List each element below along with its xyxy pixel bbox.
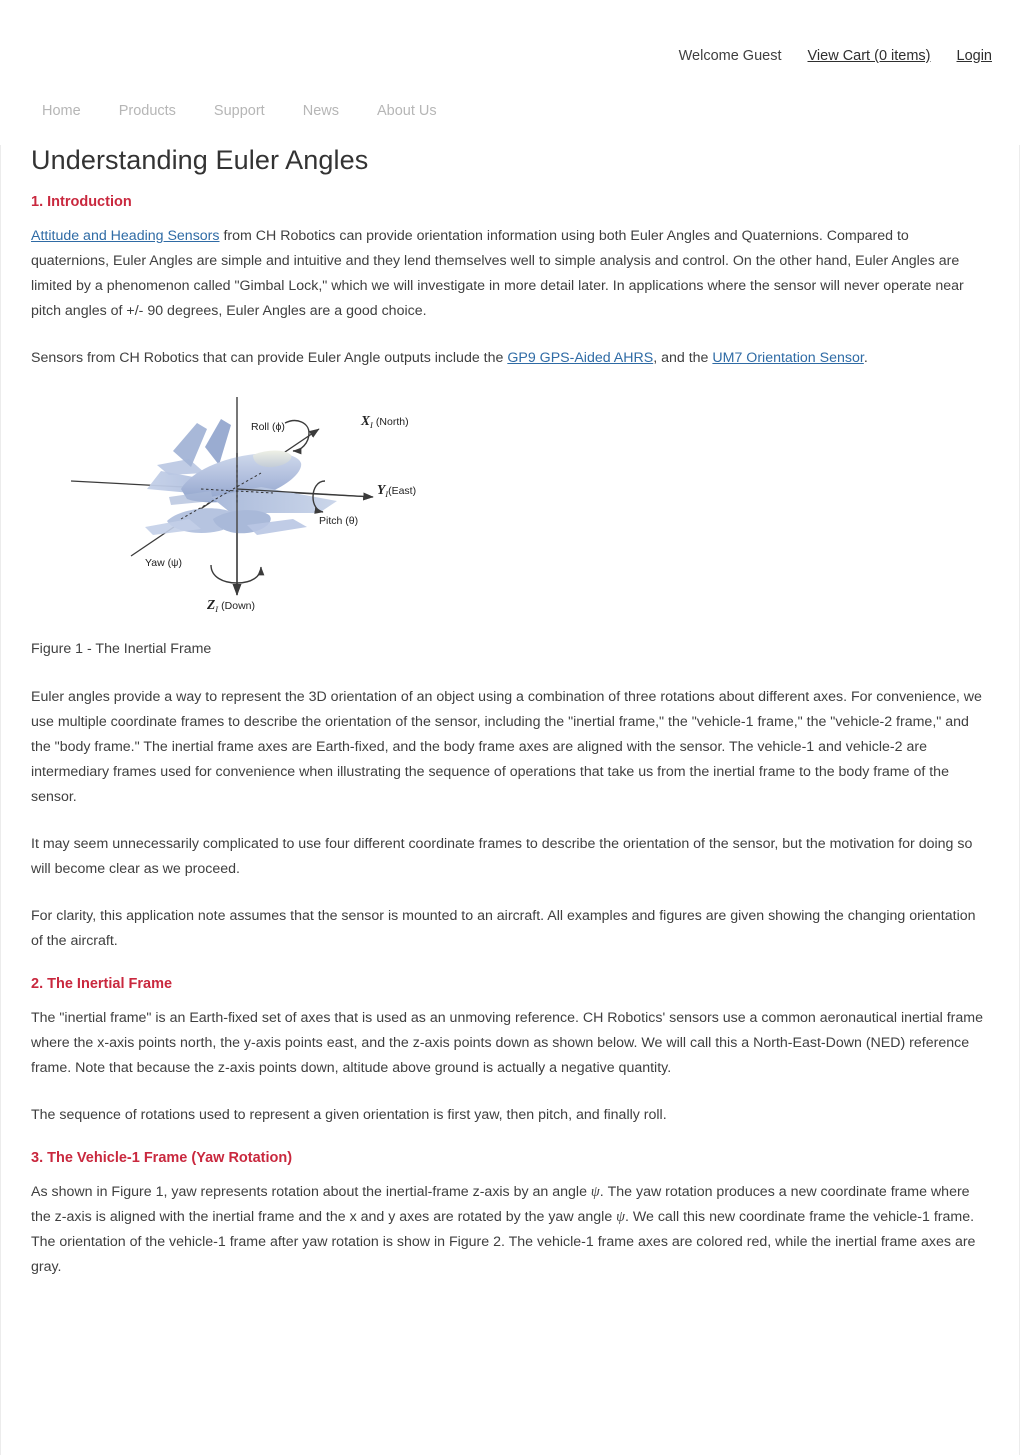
vehicle1-p1-a: As shown in Figure 1, yaw represents rot… (31, 1184, 591, 1200)
x-axis-subscript: I (370, 420, 373, 431)
intro-p2-mid: , and the (653, 350, 713, 366)
top-utility-bar: Welcome Guest View Cart (0 items) Login (0, 0, 1020, 88)
section-heading-introduction: 1. Introduction (31, 194, 132, 210)
psi-symbol-1: ψ (590, 1184, 600, 1200)
intro-paragraph-5: For clarity, this application note assum… (31, 908, 976, 949)
x-axis-symbol: X (361, 413, 371, 428)
y-axis-symbol: Y (377, 482, 386, 497)
gp9-gps-aided-ahrs-link[interactable]: GP9 GPS-Aided AHRS (507, 350, 653, 366)
figure-1-caption: Figure 1 - The Inertial Frame (31, 641, 212, 657)
nav-item-support[interactable]: Support (214, 103, 265, 119)
vehicle1-paragraph-1: As shown in Figure 1, yaw represents rot… (31, 1180, 986, 1280)
figure-label-pitch: Pitch (θ) (319, 515, 359, 527)
nav-item-about-us[interactable]: About Us (377, 103, 437, 119)
figure-label-roll: Roll (ϕ) (251, 421, 285, 433)
figure-label-x-axis: XI (North) (361, 413, 409, 430)
figure-1-image: Roll (ϕ) XI (North) YI(East) Pitch (θ) Y… (61, 393, 461, 623)
z-axis-note: (Down) (221, 600, 255, 612)
intro-paragraph-2: Sensors from CH Robotics that can provid… (31, 346, 986, 371)
view-cart-link[interactable]: View Cart (0 items) (808, 48, 931, 64)
z-axis-symbol: Z (207, 597, 216, 612)
figure-label-y-axis: YI(East) (377, 482, 416, 499)
main-navigation: Home Products Support News About Us (0, 88, 1020, 133)
x-axis-note: (North) (375, 416, 409, 428)
figure-label-z-axis: ZI (Down) (207, 597, 255, 614)
intro-paragraph-4: It may seem unnecessarily complicated to… (31, 836, 973, 877)
content-container: Understanding Euler Angles 1. Introducti… (0, 145, 1020, 1455)
section-heading-vehicle-1-frame: 3. The Vehicle-1 Frame (Yaw Rotation) (31, 1150, 293, 1166)
yaw-curl-arrow (210, 564, 265, 584)
top-utility-links: Welcome Guest View Cart (0 items) Login (679, 48, 992, 64)
um7-orientation-sensor-link[interactable]: UM7 Orientation Sensor (712, 350, 863, 366)
nav-item-products[interactable]: Products (119, 103, 176, 119)
nav-item-home[interactable]: Home (42, 103, 81, 119)
figure-label-yaw: Yaw (ψ) (145, 557, 183, 569)
nav-item-news[interactable]: News (303, 103, 339, 119)
section-heading-inertial-frame: 2. The Inertial Frame (31, 976, 173, 992)
intro-p2-lead: Sensors from CH Robotics that can provid… (31, 350, 508, 366)
login-link[interactable]: Login (957, 48, 992, 64)
intro-p2-tail: . (863, 350, 868, 366)
welcome-message: Welcome Guest (678, 48, 782, 64)
intro-paragraph-1: Attitude and Heading Sensors from CH Rob… (31, 224, 986, 324)
intro-paragraph-3: Euler angles provide a way to represent … (31, 689, 982, 805)
attitude-heading-sensors-link[interactable]: Attitude and Heading Sensors (31, 228, 220, 244)
psi-symbol-2: ψ (616, 1209, 625, 1225)
inertial-paragraph-2: The sequence of rotations used to repres… (31, 1107, 667, 1123)
y-axis-note: (East) (388, 485, 417, 497)
page-title: Understanding Euler Angles (31, 145, 369, 175)
z-axis-subscript: I (215, 604, 219, 615)
roll-curl-arrow (284, 419, 310, 455)
inertial-paragraph-1: The "inertial frame" is an Earth-fixed s… (31, 1010, 983, 1076)
figure-1-block: Roll (ϕ) XI (North) YI(East) Pitch (θ) Y… (31, 393, 989, 657)
